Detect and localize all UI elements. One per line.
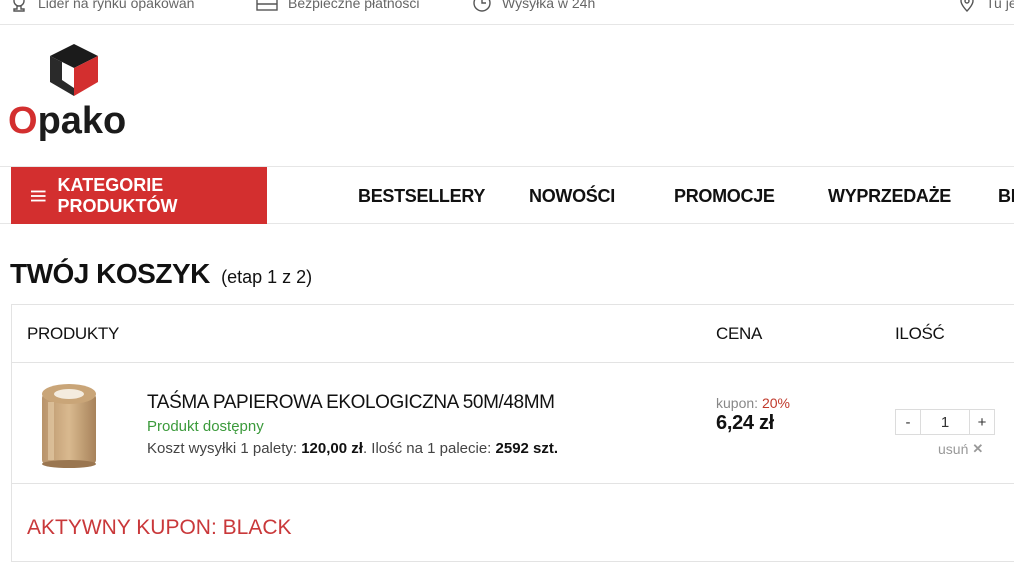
cart-item-row: TAŚMA PAPIEROWA EKOLOGICZNA 50M/48MM Pro… — [12, 362, 1014, 484]
nav-link-sale[interactable]: WYPRZEDAŻE — [828, 186, 951, 207]
quantity-stepper: - 1 + — [895, 409, 995, 435]
qty-input[interactable]: 1 — [921, 409, 969, 435]
logo-cube-icon — [50, 44, 98, 96]
shipping-label: Koszt wysyłki 1 palety: — [147, 440, 302, 457]
topbar-item-label: Tu je — [986, 0, 1014, 11]
product-price: 6,24 zł — [716, 412, 774, 434]
remove-item-button[interactable]: usuń ✕ — [938, 441, 983, 457]
topbar-item-label: Wysyłka w 24h — [502, 0, 596, 11]
page-title: TWÓJ KOSZYK (etap 1 z 2) — [10, 258, 312, 290]
topbar-item-payments: Bezpieczne płatności — [256, 0, 420, 12]
checkout-step: (etap 1 z 2) — [221, 267, 313, 287]
site-logo[interactable]: Opako — [8, 40, 148, 150]
nav-link-more[interactable]: BL — [998, 186, 1014, 207]
pallet-quantity: 2592 szt. — [495, 440, 559, 457]
topbar-item-shipping: Wysyłka w 24h — [472, 0, 595, 12]
categories-label: KATEGORIE PRODUKTÓW — [57, 174, 178, 216]
page-title-text: TWÓJ KOSZYK — [10, 258, 210, 289]
close-icon: ✕ — [972, 441, 984, 456]
product-name[interactable]: TAŚMA PAPIEROWA EKOLOGICZNA 50M/48MM — [147, 392, 555, 414]
trophy-icon — [13, 0, 25, 12]
shipping-info: Koszt wysyłki 1 palety: 120,00 zł. Ilość… — [147, 440, 558, 457]
coupon-label: kupon: — [716, 395, 762, 411]
qty-increase-button[interactable]: + — [969, 409, 995, 435]
pallet-label: . Ilość na 1 palecie: — [362, 440, 496, 457]
shipping-cost: 120,00 zł — [301, 440, 363, 457]
topbar-item-label: Lider na rynku opakowań — [38, 0, 195, 11]
header-price: CENA — [716, 324, 763, 343]
topbar-item-label: Bezpieczne płatności — [288, 0, 420, 11]
header-quantity: ILOŚĆ — [895, 324, 945, 343]
topbar-item-leader: Lider na rynku opakowań — [10, 0, 194, 12]
clock-icon — [473, 0, 491, 12]
cart-header-row: PRODUKTY CENA ILOŚĆ — [12, 305, 1014, 363]
logo-wordmark: Opako — [8, 100, 127, 142]
header-products: PRODUKTY — [27, 324, 120, 343]
hamburger-icon — [31, 190, 46, 201]
product-thumbnail[interactable] — [28, 380, 110, 468]
map-pin-icon — [960, 0, 974, 12]
product-availability: Produkt dostępny — [147, 418, 264, 435]
remove-label: usuń — [938, 441, 969, 457]
qty-decrease-button[interactable]: - — [895, 409, 921, 435]
coupon-percent: 20% — [761, 395, 790, 411]
coupon-discount: kupon: 20% — [716, 395, 790, 411]
active-coupon-text: AKTYWNY KUPON: BLACK — [27, 516, 292, 539]
card-icon — [256, 0, 278, 11]
topbar-item-location[interactable]: Tu je — [958, 0, 1014, 12]
cart-table: PRODUKTY CENA ILOŚĆ TAŚMA PAPIEROWA EKOL… — [11, 304, 1014, 562]
nav-link-bestsellers[interactable]: BESTSELLERY — [358, 186, 485, 207]
nav-link-promotions[interactable]: PROMOCJE — [674, 186, 775, 207]
main-navigation: KATEGORIE PRODUKTÓW BESTSELLERY NOWOŚCI … — [0, 166, 1014, 224]
nav-link-new[interactable]: NOWOŚCI — [529, 186, 615, 207]
categories-button[interactable]: KATEGORIE PRODUKTÓW — [11, 167, 267, 224]
top-info-bar: Lider na rynku opakowań Bezpieczne płatn… — [0, 0, 1014, 25]
